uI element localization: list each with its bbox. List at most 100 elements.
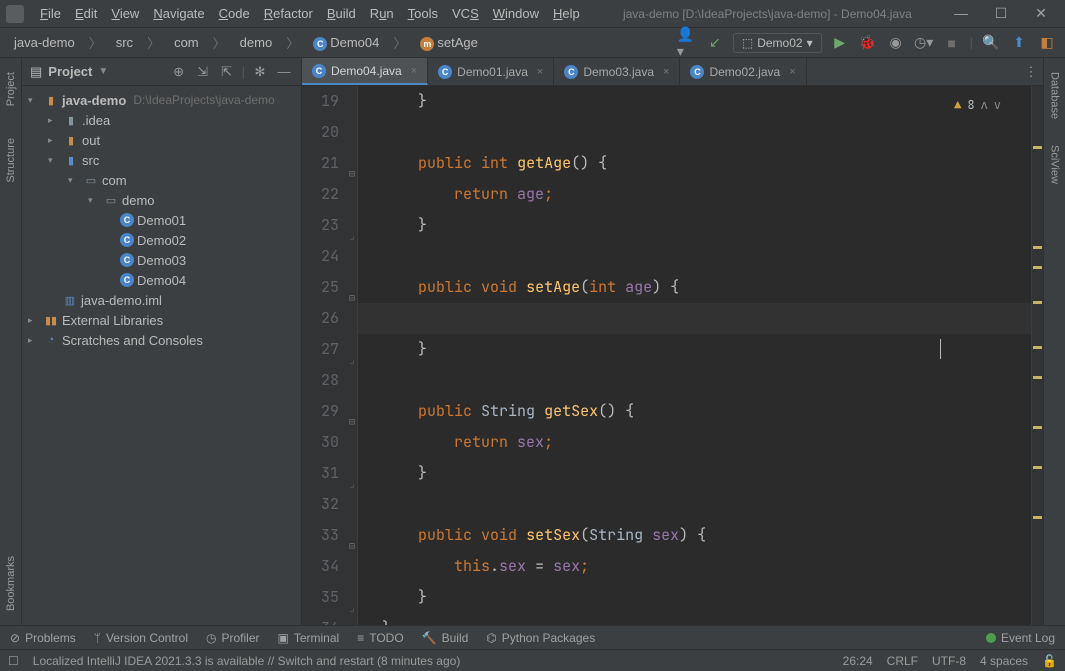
breadcrumb-class[interactable]: CDemo04 bbox=[307, 33, 385, 53]
menu-vcs[interactable]: VCS bbox=[446, 3, 485, 24]
tab-demo04[interactable]: CDemo04.java× bbox=[302, 58, 428, 85]
tab-demo02[interactable]: CDemo02.java× bbox=[680, 58, 806, 85]
line-separator[interactable]: CRLF bbox=[887, 654, 918, 668]
error-stripe[interactable] bbox=[1031, 86, 1043, 625]
menu-build[interactable]: Build bbox=[321, 3, 362, 24]
menu-file[interactable]: File bbox=[34, 3, 67, 24]
tool-terminal[interactable]: ▣Terminal bbox=[278, 631, 340, 645]
prev-highlight-icon[interactable]: ʌ bbox=[981, 90, 988, 121]
debug-icon[interactable]: 🐞 bbox=[858, 33, 878, 53]
menu-help[interactable]: Help bbox=[547, 3, 586, 24]
tabs-menu-icon[interactable]: ⋮ bbox=[1019, 58, 1043, 85]
status-widget-icon[interactable]: ☐ bbox=[8, 654, 19, 668]
maximize-button[interactable]: ☐ bbox=[989, 5, 1013, 22]
breadcrumb-method[interactable]: msetAge bbox=[414, 33, 483, 53]
menu-window[interactable]: Window bbox=[487, 3, 545, 24]
menu-run[interactable]: Run bbox=[364, 3, 400, 24]
stop-icon[interactable]: ■ bbox=[942, 33, 962, 53]
tree-demo[interactable]: ▾▭demo bbox=[22, 190, 301, 210]
next-highlight-icon[interactable]: v bbox=[994, 90, 1001, 121]
tool-vcs[interactable]: ᛘVersion Control bbox=[94, 631, 188, 645]
tree-scratches[interactable]: ▸◔Scratches and Consoles bbox=[22, 330, 301, 350]
breadcrumb-src[interactable]: src bbox=[110, 33, 139, 52]
tool-problems[interactable]: ⊘Problems bbox=[10, 631, 76, 645]
collapse-all-icon[interactable]: ⇱ bbox=[218, 64, 236, 80]
minimize-button[interactable]: — bbox=[949, 5, 973, 22]
tree-demo02[interactable]: CDemo02 bbox=[22, 230, 301, 250]
editor-area: CDemo04.java× CDemo01.java× CDemo03.java… bbox=[302, 58, 1043, 625]
class-icon: C bbox=[312, 64, 326, 78]
code-content[interactable]: ▲ 8 ʌ v } public int getAge() { return a… bbox=[358, 86, 1031, 625]
class-icon: C bbox=[120, 233, 134, 247]
tree-demo01[interactable]: CDemo01 bbox=[22, 210, 301, 230]
menu-edit[interactable]: Edit bbox=[69, 3, 103, 24]
tree-idea[interactable]: ▸▮.idea bbox=[22, 110, 301, 130]
expand-all-icon[interactable]: ⇲ bbox=[194, 64, 212, 80]
tool-bookmarks[interactable]: Bookmarks bbox=[5, 550, 17, 617]
update-icon[interactable]: ⬆ bbox=[1009, 33, 1029, 53]
close-button[interactable]: ✕ bbox=[1029, 5, 1053, 22]
hide-panel-icon[interactable]: — bbox=[275, 64, 293, 79]
tree-demo03[interactable]: CDemo03 bbox=[22, 250, 301, 270]
tool-build[interactable]: 🔨Build bbox=[422, 631, 469, 645]
menu-view[interactable]: View bbox=[105, 3, 145, 24]
run-icon[interactable]: ▶ bbox=[830, 33, 850, 53]
line-gutter[interactable]: ⊟⌟⊟⌟⊟⌟⊟⌟⌟ 192021222324252627282930313233… bbox=[302, 86, 358, 625]
tree-out[interactable]: ▸▮out bbox=[22, 130, 301, 150]
library-icon: ▮▮ bbox=[43, 313, 59, 327]
tool-python-packages[interactable]: ⌬Python Packages bbox=[486, 631, 595, 645]
close-icon[interactable]: × bbox=[411, 65, 417, 77]
tool-structure[interactable]: Structure bbox=[5, 132, 17, 189]
tree-demo04[interactable]: CDemo04 bbox=[22, 270, 301, 290]
caret-position[interactable]: 26:24 bbox=[843, 654, 873, 668]
ide-scripting-icon[interactable]: ◧ bbox=[1037, 33, 1057, 53]
menu-code[interactable]: Code bbox=[213, 3, 256, 24]
build-icon[interactable]: ↙ bbox=[705, 33, 725, 53]
coverage-icon[interactable]: ◉ bbox=[886, 33, 906, 53]
tree-com[interactable]: ▾▭com bbox=[22, 170, 301, 190]
tree-src[interactable]: ▾▮src bbox=[22, 150, 301, 170]
bottom-tool-bar: ⊘Problems ᛘVersion Control ◷Profiler ▣Te… bbox=[0, 625, 1065, 649]
tree-iml[interactable]: ▥java-demo.iml bbox=[22, 290, 301, 310]
tree-external-libs[interactable]: ▸▮▮External Libraries bbox=[22, 310, 301, 330]
tool-sciview[interactable]: SciView bbox=[1049, 139, 1061, 190]
project-tree[interactable]: ▾▮java-demoD:\IdeaProjects\java-demo ▸▮.… bbox=[22, 86, 301, 354]
menu-navigate[interactable]: Navigate bbox=[147, 3, 210, 24]
menu-tools[interactable]: Tools bbox=[402, 3, 444, 24]
close-icon[interactable]: × bbox=[663, 66, 669, 78]
tool-profiler[interactable]: ◷Profiler bbox=[206, 631, 260, 645]
tab-demo03[interactable]: CDemo03.java× bbox=[554, 58, 680, 85]
module-icon: ▥ bbox=[62, 293, 78, 307]
run-config-selector[interactable]: ⬚ Demo02 ▾ bbox=[733, 33, 822, 53]
navigation-bar: java-demo 〉 src 〉 com 〉 demo 〉 CDemo04 〉… bbox=[0, 28, 1065, 58]
breadcrumb-project[interactable]: java-demo bbox=[8, 33, 81, 52]
tool-todo[interactable]: ≡TODO bbox=[357, 631, 403, 645]
tool-project[interactable]: Project bbox=[5, 66, 17, 112]
tab-demo01[interactable]: CDemo01.java× bbox=[428, 58, 554, 85]
readonly-lock-icon[interactable]: 🔓 bbox=[1042, 654, 1057, 668]
todo-icon: ≡ bbox=[357, 631, 364, 645]
settings-icon[interactable]: ✻ bbox=[251, 64, 269, 80]
search-icon[interactable]: 🔍 bbox=[981, 33, 1001, 53]
chevron-down-icon[interactable]: ▼ bbox=[98, 66, 108, 77]
close-icon[interactable]: × bbox=[789, 66, 795, 78]
code-editor[interactable]: ⊟⌟⊟⌟⊟⌟⊟⌟⌟ 192021222324252627282930313233… bbox=[302, 86, 1043, 625]
select-opened-icon[interactable]: ⊕ bbox=[170, 64, 188, 80]
indent-setting[interactable]: 4 spaces bbox=[980, 654, 1028, 668]
project-panel-title[interactable]: Project bbox=[48, 64, 92, 79]
tree-root[interactable]: ▾▮java-demoD:\IdeaProjects\java-demo bbox=[22, 90, 301, 110]
scratch-icon: ◔ bbox=[43, 333, 59, 347]
add-config-icon[interactable]: 👤▾ bbox=[677, 33, 697, 53]
file-encoding[interactable]: UTF-8 bbox=[932, 654, 966, 668]
inspection-widget[interactable]: ▲ 8 ʌ v bbox=[954, 90, 1001, 121]
status-message[interactable]: Localized IntelliJ IDEA 2021.3.3 is avai… bbox=[33, 654, 461, 668]
breadcrumb-demo[interactable]: demo bbox=[234, 33, 279, 52]
close-icon[interactable]: × bbox=[537, 66, 543, 78]
breadcrumb-com[interactable]: com bbox=[168, 33, 205, 52]
warning-icon: ▲ bbox=[954, 90, 961, 121]
profile-icon[interactable]: ◷▾ bbox=[914, 33, 934, 53]
tool-database[interactable]: Database bbox=[1049, 66, 1061, 125]
menu-refactor[interactable]: Refactor bbox=[258, 3, 319, 24]
tool-eventlog[interactable]: Event Log bbox=[986, 631, 1055, 645]
chevron-right-icon: 〉 bbox=[387, 31, 412, 54]
